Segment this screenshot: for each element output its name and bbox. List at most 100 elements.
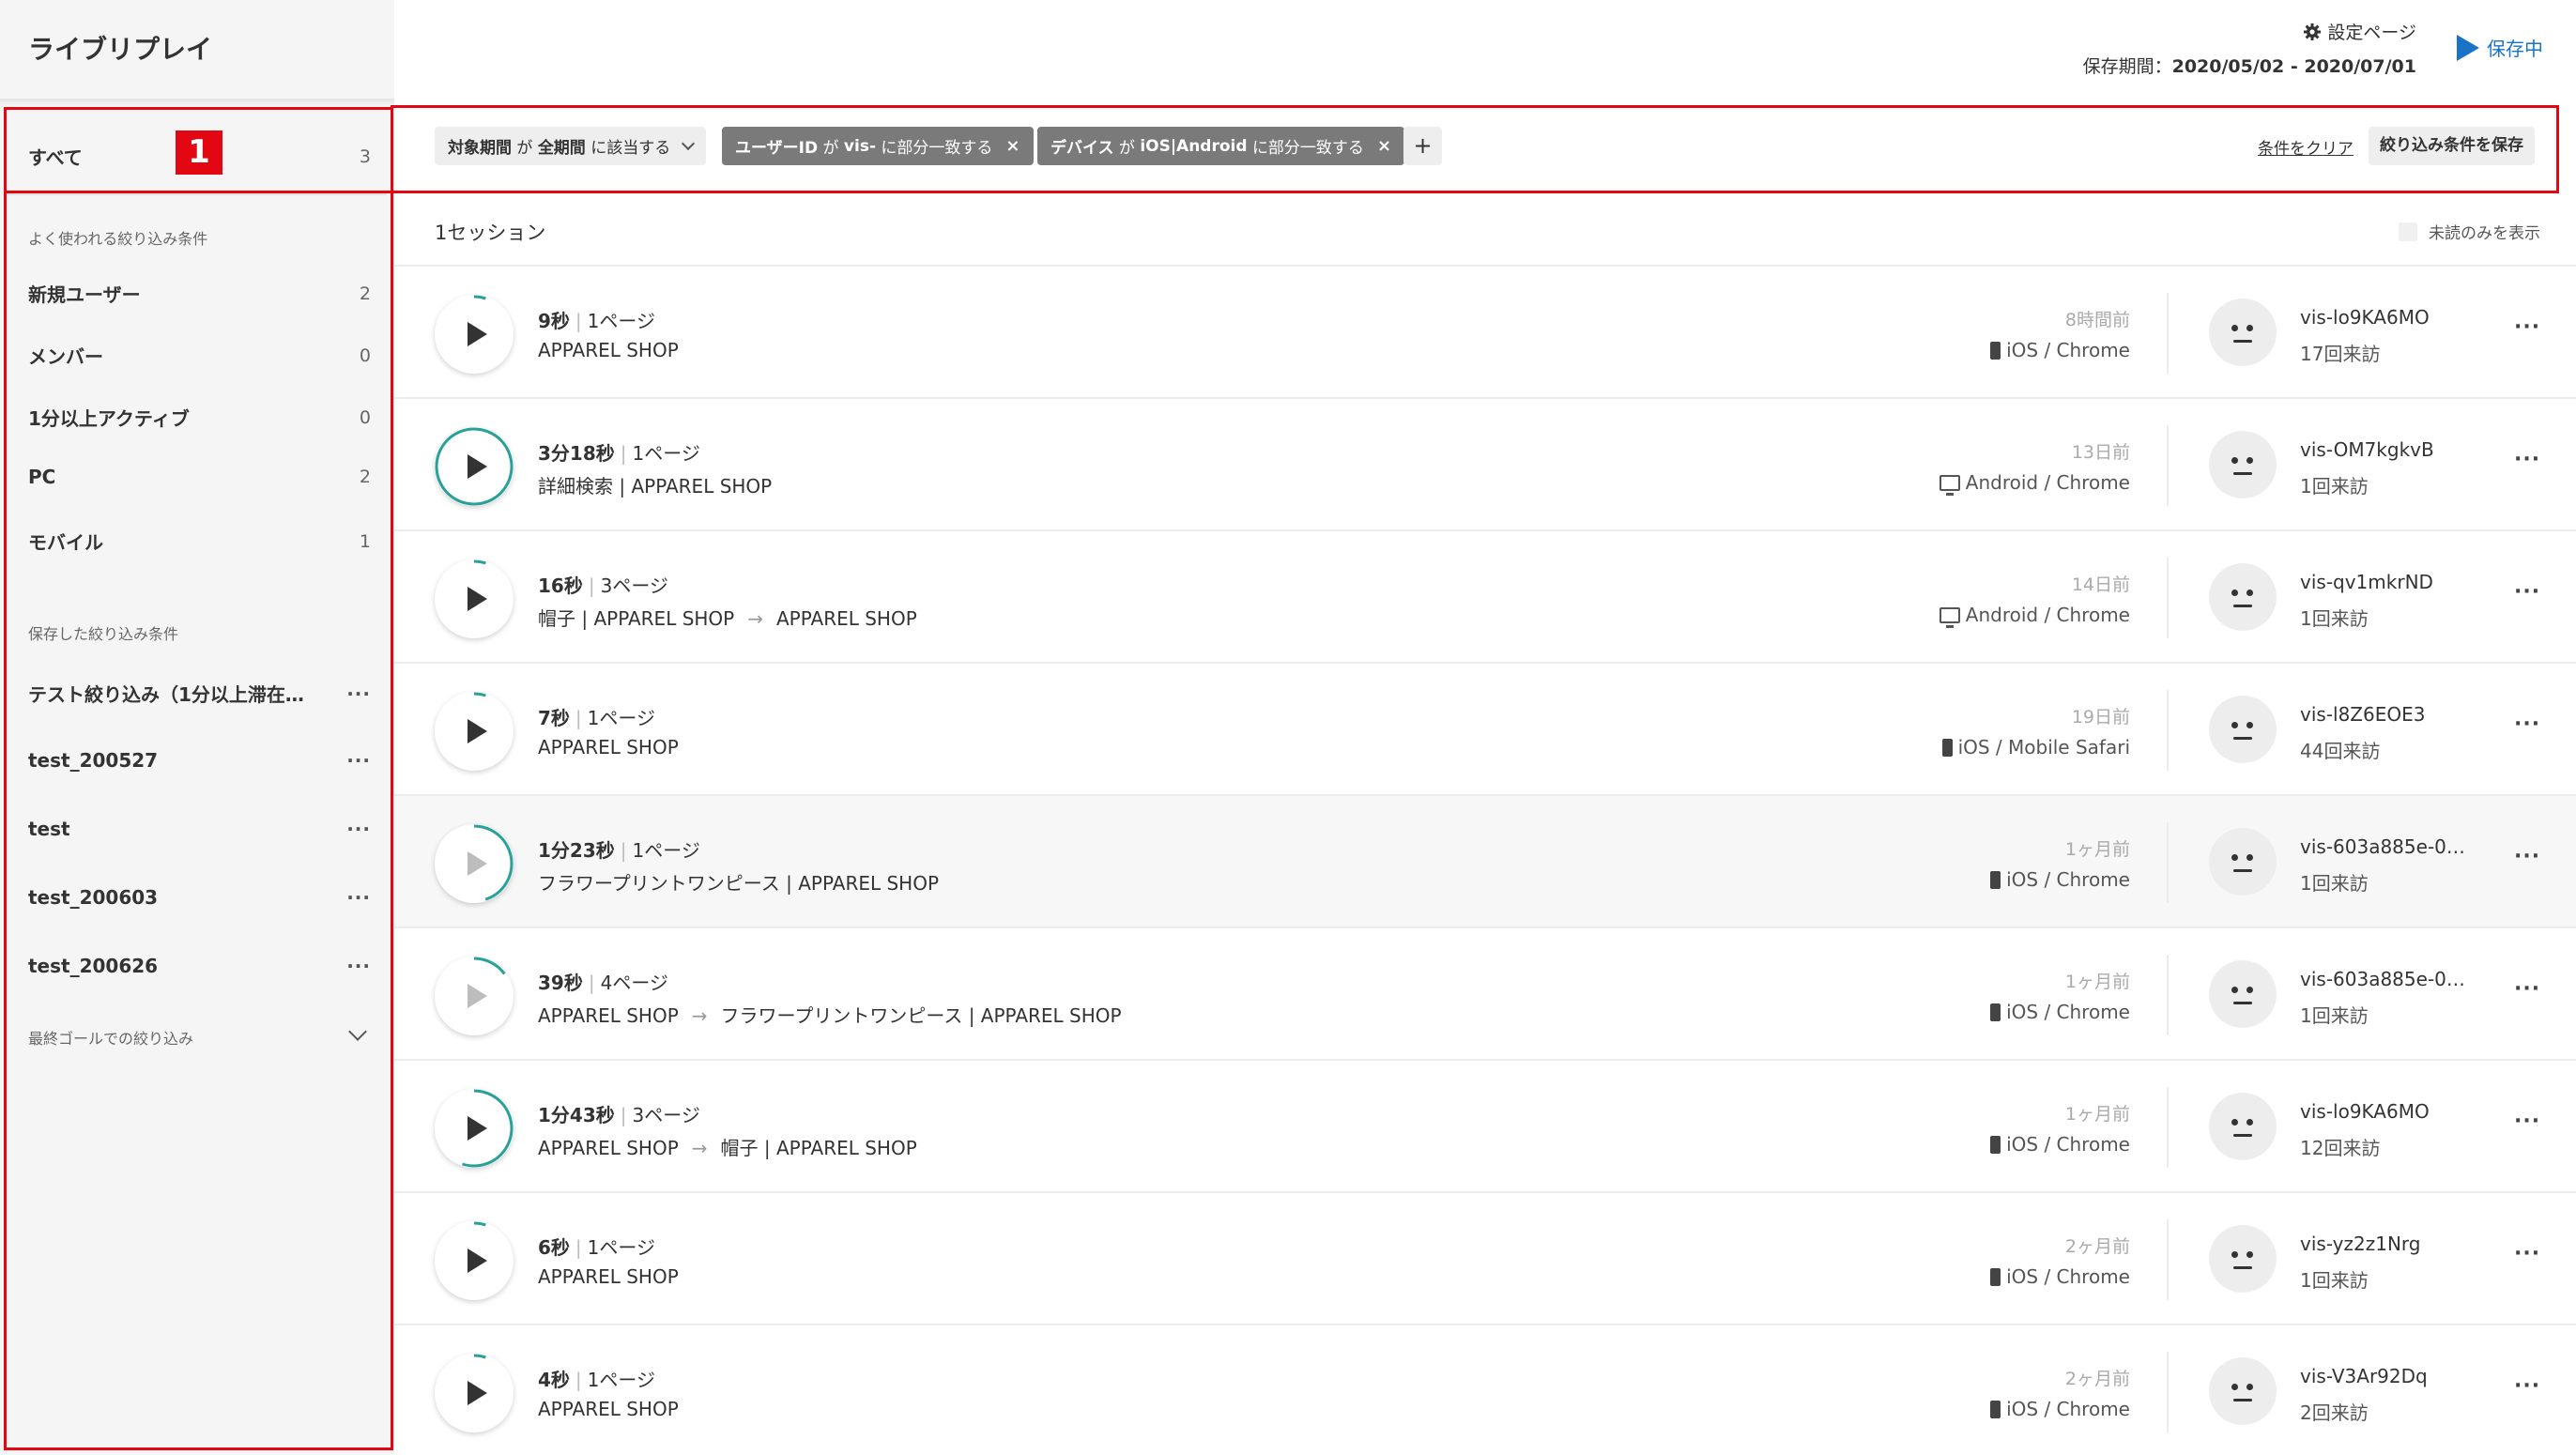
avatar-icon[interactable] <box>2209 1093 2277 1160</box>
phone-icon <box>1990 870 2001 889</box>
sidebar-item-pc[interactable]: PC 2 <box>28 466 371 488</box>
more-icon[interactable]: ··· <box>346 818 371 840</box>
eye <box>2231 457 2238 464</box>
session-duration: 39秒 <box>538 972 583 994</box>
clear-filters-link[interactable]: 条件をクリア <box>2258 135 2354 159</box>
session-row[interactable]: 7秒 | 1ページ APPAREL SHOP 19日前 iOS / Mobile Safa… <box>394 664 2576 796</box>
session-row[interactable]: 1分43秒 | 3ページ APPAREL SHOP → 帽子 | APPAREL SHOP… <box>394 1061 2576 1193</box>
filter-chip-user-id[interactable]: ユーザーID が vis- に部分一致する × <box>722 127 1034 165</box>
session-row[interactable]: 16秒 | 3ページ 帽子 | APPAREL SHOP → APPAREL SHOP 14… <box>394 531 2576 664</box>
more-icon[interactable]: ··· <box>2514 1374 2540 1398</box>
saved-filter-item[interactable]: test_200527 ··· <box>28 749 371 772</box>
play-button[interactable] <box>435 295 514 374</box>
more-icon[interactable]: ··· <box>2514 580 2540 604</box>
more-icon[interactable]: ··· <box>2514 448 2540 471</box>
visitor-id[interactable]: vis-OM7kgkvB <box>2300 438 2434 461</box>
page-title: APPAREL SHOP <box>538 736 679 758</box>
play-button[interactable] <box>435 1354 514 1432</box>
phone-icon <box>1990 1400 2001 1418</box>
play-button[interactable] <box>435 1089 514 1168</box>
avatar-icon[interactable] <box>2209 563 2277 631</box>
more-icon[interactable]: ··· <box>346 886 371 909</box>
avatar-icon[interactable] <box>2209 960 2277 1028</box>
mouth <box>2233 1134 2252 1137</box>
more-icon[interactable]: ··· <box>346 955 371 977</box>
more-icon[interactable]: ··· <box>2514 712 2540 736</box>
play-button[interactable] <box>435 957 514 1035</box>
sidebar-item-mobile[interactable]: モバイル 1 <box>28 528 371 555</box>
session-row[interactable]: 3分18秒 | 1ページ 詳細検索 | APPAREL SHOP 13日前 Android… <box>394 399 2576 531</box>
visitor-id[interactable]: vis-qv1mkrND <box>2300 571 2433 593</box>
session-time-ago: 13日前 <box>2071 442 2130 463</box>
more-icon[interactable]: ··· <box>346 749 371 772</box>
device-label: iOS / Chrome <box>2006 868 2130 891</box>
saved-filter-item[interactable]: test ··· <box>28 818 371 840</box>
filter-chip-device[interactable]: デバイス が iOS|Android に部分一致する × <box>1037 127 1405 165</box>
chevron-down-icon[interactable] <box>348 1022 367 1041</box>
close-icon[interactable]: × <box>1005 136 1020 156</box>
visitor-id[interactable]: vis-l8Z6EOE3 <box>2300 703 2425 726</box>
settings-link[interactable]: 設定ページ <box>2303 19 2416 44</box>
play-button[interactable] <box>435 1221 514 1300</box>
avatar-icon[interactable] <box>2209 299 2277 366</box>
avatar-icon[interactable] <box>2209 696 2277 763</box>
play-button[interactable] <box>435 559 514 638</box>
session-row[interactable]: 1分23秒 | 1ページ フラワープリントワンピース | APPAREL SHOP 1ヶ… <box>394 796 2576 928</box>
sidebar-item-new-users[interactable]: 新規ユーザー 2 <box>28 280 371 307</box>
eye <box>2231 590 2238 596</box>
device-label: Android / Chrome <box>1965 604 2130 626</box>
session-path: APPAREL SHOP <box>538 1265 679 1288</box>
avatar-icon[interactable] <box>2209 431 2277 498</box>
visitor-id[interactable]: vis-lo9KA6MO <box>2300 306 2430 329</box>
saved-filter-item[interactable]: テスト絞り込み（1分以上滞在… ··· <box>28 680 371 707</box>
unread-only-toggle[interactable]: 未読のみを表示 <box>2399 220 2540 243</box>
eye <box>2231 325 2238 331</box>
avatar-icon[interactable] <box>2209 1357 2277 1425</box>
unread-checkbox[interactable] <box>2399 222 2417 241</box>
more-icon[interactable]: ··· <box>2514 1110 2540 1133</box>
visitor-id[interactable]: vis-603a885e-07… <box>2300 835 2469 858</box>
visitor-id[interactable]: vis-603a885e-07… <box>2300 968 2469 990</box>
sidebar-item-label: モバイル <box>28 531 103 554</box>
more-icon[interactable]: ··· <box>2514 845 2540 868</box>
visitor-id[interactable]: vis-lo9KA6MO <box>2300 1100 2430 1123</box>
avatar-icon[interactable] <box>2209 828 2277 896</box>
mouth <box>2233 340 2252 343</box>
more-icon[interactable]: ··· <box>2514 977 2540 1001</box>
separator: | <box>588 972 595 994</box>
saving-button[interactable]: 保存中 <box>2457 34 2543 61</box>
phone-icon <box>1990 1003 2001 1021</box>
session-pages: 1ページ <box>632 839 700 862</box>
mouth <box>2233 1002 2252 1004</box>
more-icon[interactable]: ··· <box>2514 315 2540 339</box>
eye <box>2231 1251 2238 1258</box>
close-icon[interactable]: × <box>1377 136 1391 156</box>
column-divider <box>2167 955 2169 1035</box>
more-icon[interactable]: ··· <box>346 682 371 705</box>
play-button[interactable] <box>435 692 514 771</box>
session-row[interactable]: 6秒 | 1ページ APPAREL SHOP 2ヶ月前 iOS / Chrome vis-y… <box>394 1193 2576 1325</box>
sidebar-item-active-1min[interactable]: 1分以上アクティブ 0 <box>28 404 371 431</box>
session-summary: 4秒 | 1ページ <box>538 1365 655 1392</box>
play-button[interactable] <box>435 824 514 903</box>
save-filter-button[interactable]: 絞り込み条件を保存 <box>2369 127 2535 165</box>
page-title: 帽子 | APPAREL SHOP <box>720 1137 917 1159</box>
session-row[interactable]: 4秒 | 1ページ APPAREL SHOP 2ヶ月前 iOS / Chrome vis-V… <box>394 1325 2576 1455</box>
saved-filter-item[interactable]: test_200626 ··· <box>28 955 371 977</box>
add-filter-button[interactable]: + <box>1403 127 1442 165</box>
avatar-icon[interactable] <box>2209 1225 2277 1293</box>
filter-chip-period[interactable]: 対象期間 が 全期間 に該当する <box>435 127 707 165</box>
sidebar-item-label: メンバー <box>28 345 103 368</box>
saved-filter-item[interactable]: test_200603 ··· <box>28 886 371 909</box>
visitor-id[interactable]: vis-yz2z1Nrg <box>2300 1233 2421 1255</box>
page-title: 詳細検索 | APPAREL SHOP <box>538 475 773 498</box>
session-row[interactable]: 9秒 | 1ページ APPAREL SHOP 8時間前 iOS / Chrome vis-l… <box>394 267 2576 399</box>
goal-filter-heading[interactable]: 最終ゴールでの絞り込み <box>28 1026 193 1049</box>
sidebar-item-members[interactable]: メンバー 0 <box>28 342 371 369</box>
saved-filter-label: test <box>28 818 70 840</box>
column-divider <box>2167 293 2169 374</box>
more-icon[interactable]: ··· <box>2514 1242 2540 1265</box>
play-button[interactable] <box>435 427 514 506</box>
visitor-id[interactable]: vis-V3Ar92Dq <box>2300 1365 2428 1387</box>
session-row[interactable]: 39秒 | 4ページ APPAREL SHOP → フラワープリントワンピース | APP… <box>394 928 2576 1061</box>
